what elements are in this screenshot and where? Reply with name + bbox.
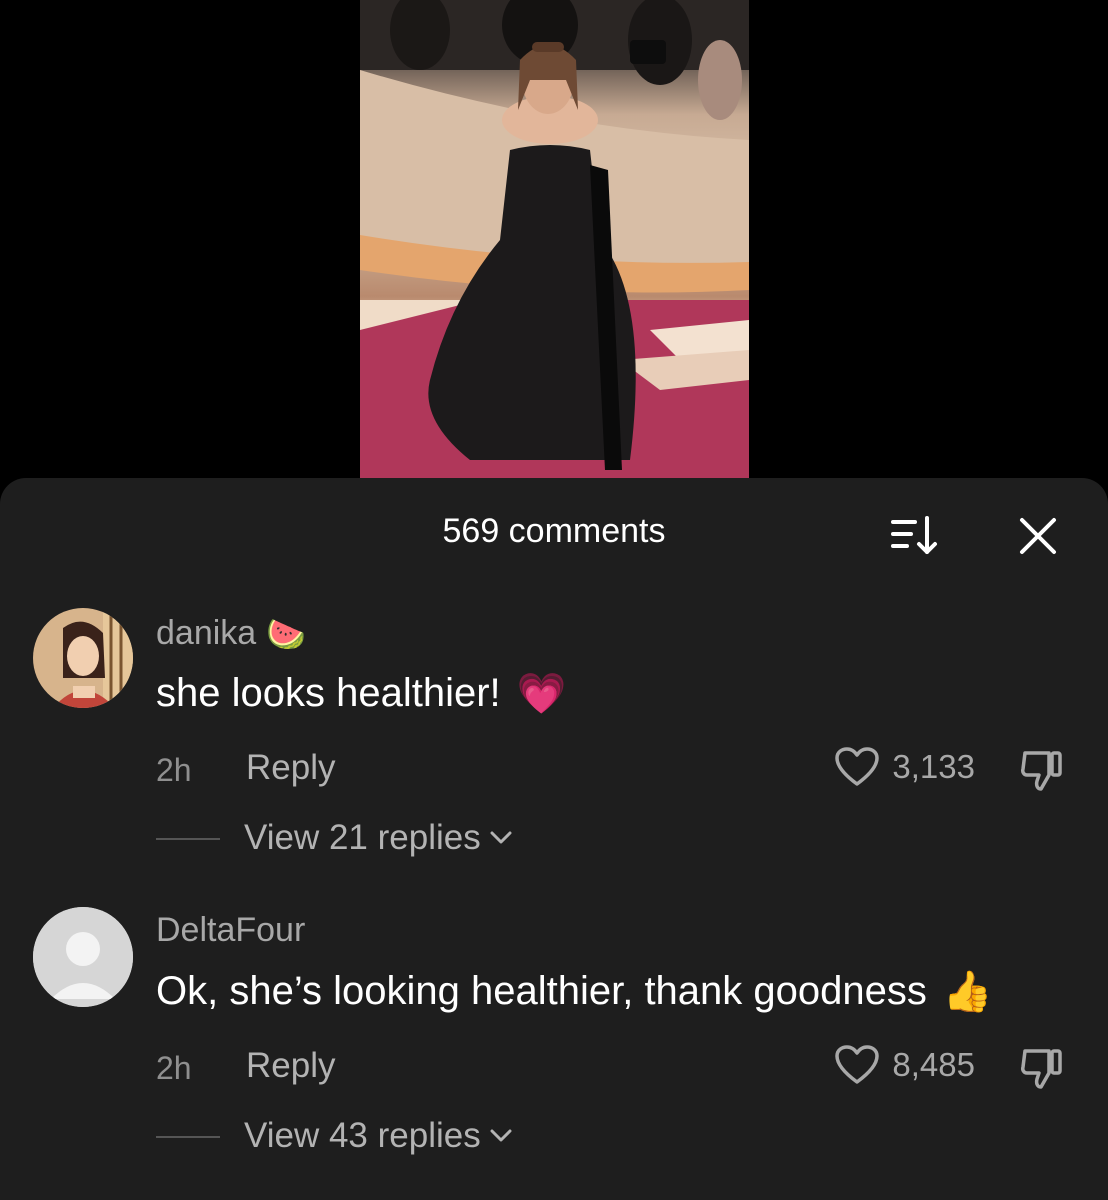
comment-body: she looks healthier!: [156, 671, 501, 715]
replies-divider: [156, 1136, 220, 1138]
dislike-button[interactable]: [1016, 1042, 1068, 1094]
heart-icon: [835, 1045, 880, 1084]
view-replies-button[interactable]: View 43 replies: [244, 1116, 513, 1156]
video-area[interactable]: [0, 0, 1108, 478]
close-icon: [1020, 518, 1056, 554]
comment-time: 2h: [156, 1050, 192, 1086]
comment-text: Ok, she’s looking healthier, thank goodn…: [156, 968, 993, 1015]
comments-header: 569 comments: [0, 478, 1108, 588]
replies-divider: [156, 838, 220, 840]
like-button[interactable]: 8,485: [834, 1044, 975, 1086]
default-avatar-icon: [33, 907, 133, 1007]
thumbs-down-icon: [1021, 1049, 1062, 1089]
chevron-down-icon: [490, 831, 512, 844]
comments-sheet: 569 comments danika 🍉 she looks healthie…: [0, 478, 1108, 1200]
reply-button[interactable]: Reply: [246, 748, 335, 788]
thumbs-up-emoji-icon: 👍: [942, 970, 993, 1014]
comment-username[interactable]: danika 🍉: [156, 614, 306, 653]
close-button[interactable]: [1010, 508, 1066, 564]
username-text: DeltaFour: [156, 911, 306, 949]
avatar[interactable]: [33, 907, 133, 1007]
comment-body: Ok, she’s looking healthier, thank goodn…: [156, 969, 927, 1013]
sort-icon: [891, 516, 937, 554]
like-button[interactable]: 3,133: [834, 746, 975, 788]
comment-username[interactable]: DeltaFour: [156, 911, 305, 950]
avatar[interactable]: [33, 608, 133, 708]
thumbs-down-icon: [1021, 751, 1062, 791]
view-replies-label: View 21 replies: [244, 818, 481, 857]
watermelon-emoji-icon: 🍉: [266, 615, 307, 652]
heart-emoji-icon: 💗: [516, 672, 567, 716]
dislike-button[interactable]: [1016, 744, 1068, 796]
like-count: 8,485: [892, 1046, 975, 1083]
username-text: danika: [156, 614, 257, 652]
chevron-down-icon: [490, 1129, 512, 1142]
view-replies-button[interactable]: View 21 replies: [244, 818, 513, 858]
like-count: 3,133: [892, 748, 975, 785]
heart-icon: [835, 747, 880, 786]
reply-button[interactable]: Reply: [246, 1046, 335, 1086]
video-player[interactable]: [360, 0, 749, 478]
comment-time: 2h: [156, 752, 192, 788]
video-thumbnail: [360, 0, 749, 478]
comment-text: she looks healthier! 💗: [156, 670, 566, 717]
avatar-image: [33, 608, 133, 708]
sort-button[interactable]: [886, 508, 942, 564]
view-replies-label: View 43 replies: [244, 1116, 481, 1155]
